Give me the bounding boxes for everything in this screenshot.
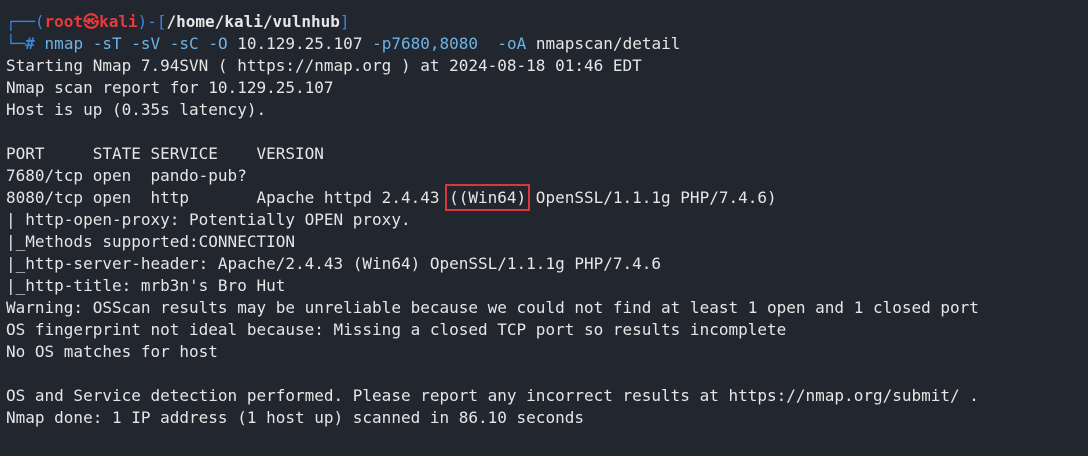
script-methods: |_Methods supported:CONNECTION [6, 232, 295, 251]
terminal-window[interactable]: ┌──(root㉿kali)-[/home/kali/vulnhub] └─# … [0, 0, 1088, 456]
output-done: Nmap done: 1 IP address (1 host up) scan… [6, 408, 584, 427]
prompt-hash: # [25, 34, 35, 53]
output-warning: Warning: OSScan results may be unreliabl… [6, 298, 979, 317]
command-name: nmap [44, 34, 84, 53]
prompt-at-symbol: ㉿ [83, 12, 100, 31]
command-output-path: nmapscan/detail [535, 34, 681, 53]
command-ports: -p7680,8080 [372, 34, 479, 53]
prompt-frame-mid: )-[ [137, 12, 167, 31]
command-output-flag: -oA [497, 34, 527, 53]
output-detection: OS and Service detection performed. Plea… [6, 386, 979, 405]
output-start: Starting Nmap 7.94SVN ( https://nmap.org… [6, 56, 642, 75]
prompt-user: root [44, 12, 84, 31]
command-flags: -sT -sV -sC -O [92, 34, 228, 53]
prompt-cwd: /home/kali/vulnhub [166, 12, 340, 31]
script-server-header: |_http-server-header: Apache/2.4.43 (Win… [6, 254, 662, 273]
output-host-up: Host is up (0.35s latency). [6, 100, 267, 119]
prompt-line-1: ┌──(root㉿kali)-[/home/kali/vulnhub] [6, 11, 1088, 33]
prompt-line-2: └─# nmap -sT -sV -sC -O 10.129.25.107 -p… [6, 33, 1088, 55]
highlight-win64-box: ((Win64) [445, 184, 531, 211]
port-row-7680: 7680/tcp open pando-pub? [6, 166, 247, 185]
port-row-8080-suffix: OpenSSL/1.1.1g PHP/7.4.6) [526, 188, 777, 207]
port-row-8080-prefix: 8080/tcp open http Apache httpd 2.4.43 [6, 188, 450, 207]
output-report: Nmap scan report for 10.129.25.107 [6, 78, 334, 97]
port-row-8080: 8080/tcp open http Apache httpd 2.4.43 (… [6, 184, 1088, 211]
script-http-title: |_http-title: mrb3n's Bro Hut [6, 276, 286, 295]
output-fingerprint: OS fingerprint not ideal because: Missin… [6, 320, 787, 339]
command-target: 10.129.25.107 [237, 34, 363, 53]
script-http-open-proxy: | http-open-proxy: Potentially OPEN prox… [6, 210, 411, 229]
prompt-frame-top: ┌──( [6, 12, 45, 31]
prompt-host: kali [99, 12, 138, 31]
port-table-header: PORT STATE SERVICE VERSION [6, 144, 324, 163]
output-no-match: No OS matches for host [6, 342, 218, 361]
prompt-frame-bottom: └─ [6, 34, 26, 53]
prompt-frame-end: ] [339, 12, 350, 31]
